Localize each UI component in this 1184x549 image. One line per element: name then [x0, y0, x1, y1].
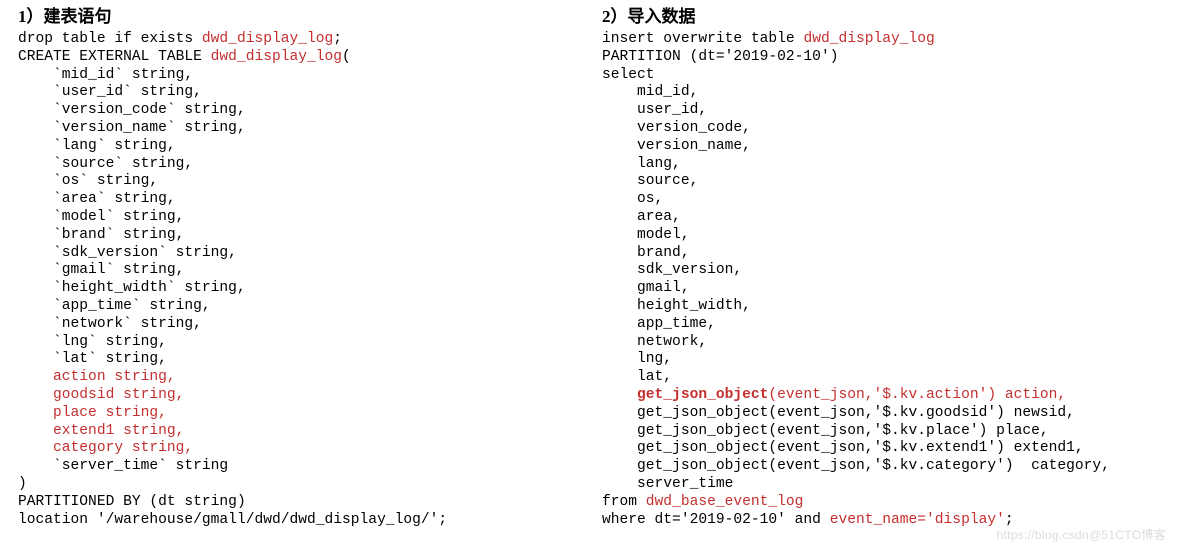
code-line: version_name,: [602, 138, 751, 154]
left-code-block: drop table if exists dwd_display_log; CR…: [18, 31, 582, 529]
code-line: get_json_object(event_json,'$.kv.place')…: [602, 423, 1049, 439]
code-line: `os` string,: [18, 173, 158, 189]
text: insert overwrite table: [602, 31, 803, 47]
code-line: select: [602, 67, 655, 83]
right-column: 2）导入数据 insert overwrite table dwd_displa…: [602, 2, 1166, 547]
code-line: from dwd_base_event_log: [602, 494, 803, 510]
code-line-red: extend1 string,: [18, 423, 184, 439]
code-line: `sdk_version` string,: [18, 245, 237, 261]
table-name: dwd_display_log: [202, 31, 333, 47]
code-line: area,: [602, 209, 681, 225]
code-line: `source` string,: [18, 156, 193, 172]
code-line: `gmail` string,: [18, 262, 184, 278]
code-line: mid_id,: [602, 84, 698, 100]
code-line: model,: [602, 227, 690, 243]
code-line-red: goodsid string,: [18, 387, 184, 403]
code-line: server_time: [602, 476, 733, 492]
code-line: `mid_id` string,: [18, 67, 193, 83]
fn-name: get_json_object: [637, 387, 768, 403]
code-line: user_id,: [602, 102, 707, 118]
code-line: app_time,: [602, 316, 716, 332]
table-name: dwd_display_log: [211, 49, 342, 65]
table-name: dwd_base_event_log: [646, 494, 804, 510]
code-line: PARTITIONED BY (dt string): [18, 494, 246, 510]
code-line: version_code,: [602, 120, 751, 136]
code-line: insert overwrite table dwd_display_log: [602, 31, 935, 47]
code-line: `server_time` string: [18, 458, 228, 474]
code-line: `app_time` string,: [18, 298, 211, 314]
code-line: `height_width` string,: [18, 280, 246, 296]
code-line: `version_code` string,: [18, 102, 246, 118]
left-column: 1）建表语句 drop table if exists dwd_display_…: [18, 2, 582, 547]
code-line: `area` string,: [18, 191, 176, 207]
code-line: `version_name` string,: [18, 120, 246, 136]
code-line: os,: [602, 191, 663, 207]
code-line: `brand` string,: [18, 227, 184, 243]
code-line: ): [18, 476, 27, 492]
code-line: PARTITION (dt='2019-02-10'): [602, 49, 838, 65]
table-name: dwd_display_log: [803, 31, 934, 47]
code-line: `user_id` string,: [18, 84, 202, 100]
fn-rest: (event_json,'$.kv.action') action,: [768, 387, 1066, 403]
code-line: where dt='2019-02-10' and event_name='di…: [602, 512, 1014, 528]
code-line: sdk_version,: [602, 262, 742, 278]
pad: [602, 387, 637, 403]
text: drop table if exists: [18, 31, 202, 47]
code-line: lang,: [602, 156, 681, 172]
left-title: 1）建表语句: [18, 2, 582, 27]
code-line: brand,: [602, 245, 690, 261]
code-line: gmail,: [602, 280, 690, 296]
right-title: 2）导入数据: [602, 2, 1166, 27]
right-code-block: insert overwrite table dwd_display_log P…: [602, 31, 1166, 529]
text: from: [602, 494, 646, 510]
text: (: [342, 49, 351, 65]
code-line: lat,: [602, 369, 672, 385]
code-line: drop table if exists dwd_display_log;: [18, 31, 342, 47]
watermark: https://blog.csdn@51CTO博客: [996, 526, 1166, 543]
code-line: `lang` string,: [18, 138, 176, 154]
code-line-red: action string,: [18, 369, 176, 385]
code-line: network,: [602, 334, 707, 350]
code-line: get_json_object(event_json,'$.kv.goodsid…: [602, 405, 1075, 421]
code-line: `model` string,: [18, 209, 184, 225]
code-line: `lng` string,: [18, 334, 167, 350]
text: ;: [333, 31, 342, 47]
code-line-red: category string,: [18, 440, 193, 456]
code-line: get_json_object(event_json,'$.kv.extend1…: [602, 440, 1084, 456]
code-line-red: place string,: [18, 405, 167, 421]
code-line: `network` string,: [18, 316, 202, 332]
code-line: `lat` string,: [18, 351, 167, 367]
code-line: lng,: [602, 351, 672, 367]
text: CREATE EXTERNAL TABLE: [18, 49, 211, 65]
code-line: get_json_object(event_json,'$.kv.action'…: [602, 387, 1066, 403]
code-line: source,: [602, 173, 698, 189]
code-line: CREATE EXTERNAL TABLE dwd_display_log(: [18, 49, 351, 65]
code-line: location '/warehouse/gmall/dwd/dwd_displ…: [18, 512, 447, 528]
condition: event_name='display': [830, 512, 1005, 528]
code-line: get_json_object(event_json,'$.kv.categor…: [602, 458, 1110, 474]
text: where dt='2019-02-10' and: [602, 512, 830, 528]
code-line: height_width,: [602, 298, 751, 314]
